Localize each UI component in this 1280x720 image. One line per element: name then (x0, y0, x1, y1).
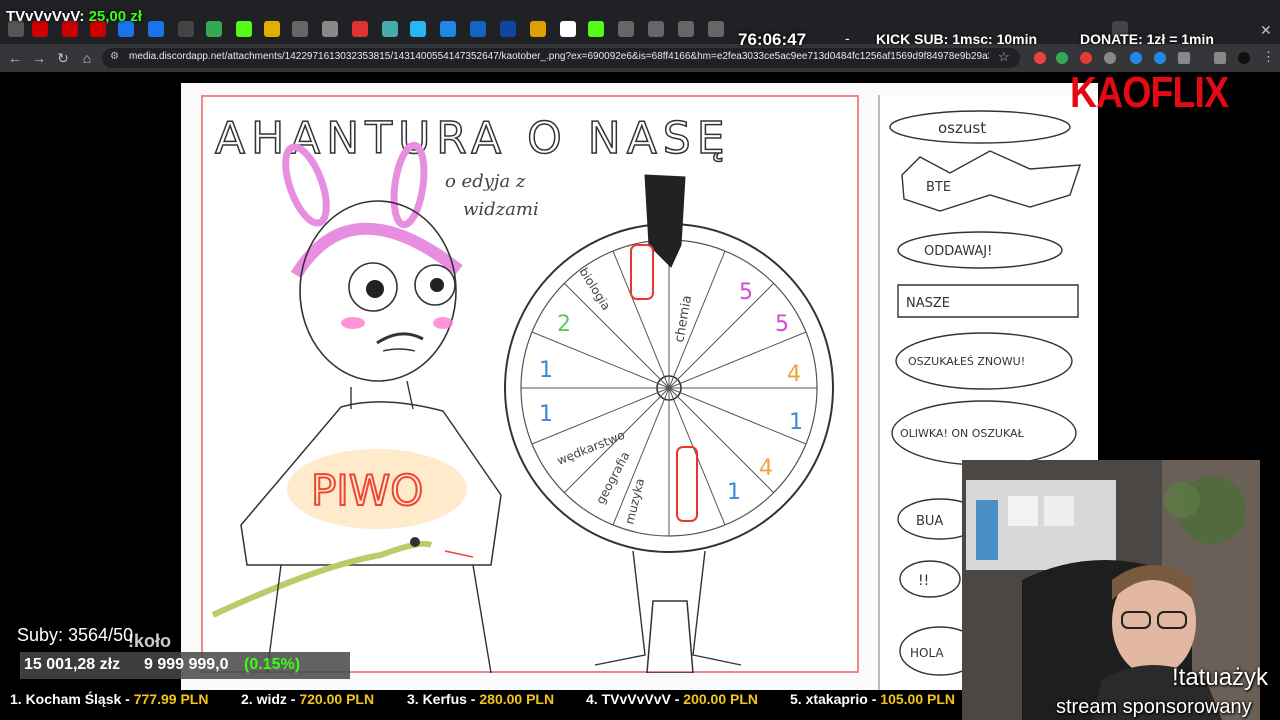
menu-kebab-icon[interactable]: ⋮ (1262, 49, 1275, 65)
ticker-item: 4. TVvVvVvV - 200.00 PLN (586, 691, 758, 707)
wheel-label: biologia (576, 265, 613, 313)
bubble-text: oszust (938, 119, 986, 137)
sponsor-notice: stream sponsorowany (1056, 696, 1252, 718)
ticker-item: 1. Kocham Śląsk - 777.99 PLN (10, 691, 209, 707)
bubble-text: NASZE (906, 296, 950, 311)
tab-icon[interactable] (322, 21, 338, 37)
back-arrow-icon[interactable]: ← (6, 49, 24, 67)
bubble-text: BTE (926, 180, 951, 195)
ticker-rank: 1. Kocham Śląsk (10, 691, 122, 707)
ticker-value: 720.00 PLN (299, 691, 375, 707)
goal-amount: 9 999 999,0 (144, 656, 229, 673)
kick-sub-rate: KICK SUB: 1msc: 10min (876, 31, 1038, 47)
reload-icon[interactable]: ↻ (54, 49, 72, 67)
ticker-rank: 5. xtakaprio (790, 691, 868, 707)
wheel-number: 2 (557, 312, 571, 337)
timer-separator: - (845, 30, 850, 46)
drawing-title: AHANTURA O NASĘ (215, 113, 731, 164)
bubble-text: HOLA (910, 646, 944, 660)
channel-logo: KAOFLIX (1070, 68, 1229, 117)
tab-icon[interactable] (648, 21, 664, 37)
profile-avatar[interactable] (1238, 52, 1250, 64)
raised-amount: 15 001,28 złz (24, 656, 121, 673)
tab-icon[interactable] (618, 21, 634, 37)
tab-icon[interactable] (500, 21, 516, 37)
bookmark-star-icon[interactable]: ☆ (998, 49, 1010, 65)
shirt-text: PIWO (311, 466, 423, 515)
tab-icon[interactable] (560, 21, 576, 37)
ticker-value: 777.99 PLN (133, 691, 209, 707)
bubble-text: !! (918, 573, 929, 589)
forward-arrow-icon[interactable]: → (30, 49, 48, 67)
tab-icon[interactable] (410, 21, 426, 37)
extensions-puzzle-icon[interactable] (1178, 52, 1190, 64)
tattoo-command: !tatuażyk (1172, 664, 1269, 691)
tab-icon[interactable] (264, 21, 280, 37)
wheel-label: chemia (672, 294, 695, 344)
sidebar-icon[interactable] (1214, 52, 1226, 64)
ticker-rank: 3. Kerfus (407, 691, 467, 707)
tab-icon[interactable] (178, 21, 194, 37)
wheel-number: 5 (739, 280, 753, 305)
tab-icon[interactable] (708, 21, 724, 37)
donor-name: TVvVvVvV: (6, 8, 85, 25)
goal-percent: (0.15%) (244, 656, 301, 673)
ticker-value: 105.00 PLN (880, 691, 955, 707)
ticker-value: 200.00 PLN (683, 691, 758, 707)
drawing-subtitle-2: widzami (463, 199, 539, 220)
home-icon[interactable]: ⌂ (78, 49, 96, 67)
drive-tab-icon[interactable] (206, 21, 222, 37)
wheel-label: muzyka (622, 477, 647, 526)
wheel-number: 5 (775, 312, 789, 337)
drawing-sketch: AHANTURA O NASĘ o edyja z widzami PIWO b… (211, 112, 834, 673)
bubble-text: ODDAWAJ! (924, 244, 992, 259)
url-text[interactable]: media.discordapp.net/attachments/1422971… (129, 51, 989, 65)
tab-icon[interactable] (530, 21, 546, 37)
donate-rate: DONATE: 1zł = 1min (1080, 31, 1214, 47)
tab-icon[interactable] (440, 21, 456, 37)
tab-icon[interactable] (678, 21, 694, 37)
wheel-number: 1 (789, 410, 803, 435)
last-donation: TVvVvVvV: 25,00 zł (6, 8, 142, 25)
tab-icon[interactable] (292, 21, 308, 37)
wheel-number: 4 (759, 456, 773, 481)
ticker-rank: 4. TVvVvVvV (586, 691, 671, 707)
ticker-item: 5. xtakaprio - 105.00 PLN (790, 691, 955, 707)
close-window-icon[interactable]: ✕ (1260, 22, 1272, 39)
drawing-subtitle: o edyja z (445, 171, 526, 192)
wheel-command: !koło (128, 631, 171, 651)
extension-icon[interactable] (1080, 52, 1092, 64)
donor-amount: 25,00 zł (88, 8, 142, 25)
kick-tab-icon[interactable] (588, 21, 604, 37)
bubble-text: OLIWKA! ON OSZUKAŁ (900, 427, 1025, 440)
ticker-rank: 2. widz (241, 691, 287, 707)
kick-tab-icon[interactable] (236, 21, 252, 37)
character-sketch: PIWO (211, 141, 502, 673)
extension-icon[interactable] (1056, 52, 1068, 64)
sub-counter: Suby: 3564/50 (17, 625, 134, 645)
ticker-value: 280.00 PLN (479, 691, 555, 707)
extension-icon[interactable] (1034, 52, 1046, 64)
wheel-number: 4 (787, 362, 801, 387)
prize-wheel-sketch (504, 174, 834, 673)
bubble-text: OSZUKAŁEŚ ZNOWU! (908, 355, 1025, 368)
subathon-timer: 76:06:47 (738, 30, 807, 49)
tab-icon[interactable] (352, 21, 368, 37)
site-info-icon[interactable]: ⚙ (110, 51, 119, 62)
extension-icon[interactable] (1130, 52, 1142, 64)
ticker-item: 2. widz - 720.00 PLN (241, 691, 375, 707)
wheel-number: 1 (727, 480, 741, 505)
wheel-number: 1 (539, 358, 553, 383)
tab-icon[interactable] (470, 21, 486, 37)
tab-icon[interactable] (382, 21, 398, 37)
ticker-item: 3. Kerfus - 280.00 PLN (407, 691, 555, 707)
extension-icon[interactable] (1104, 52, 1116, 64)
wheel-number: 1 (539, 402, 553, 427)
bubble-text: BUA (916, 514, 943, 529)
extension-icon[interactable] (1154, 52, 1166, 64)
steam-tab-icon[interactable] (148, 21, 164, 37)
